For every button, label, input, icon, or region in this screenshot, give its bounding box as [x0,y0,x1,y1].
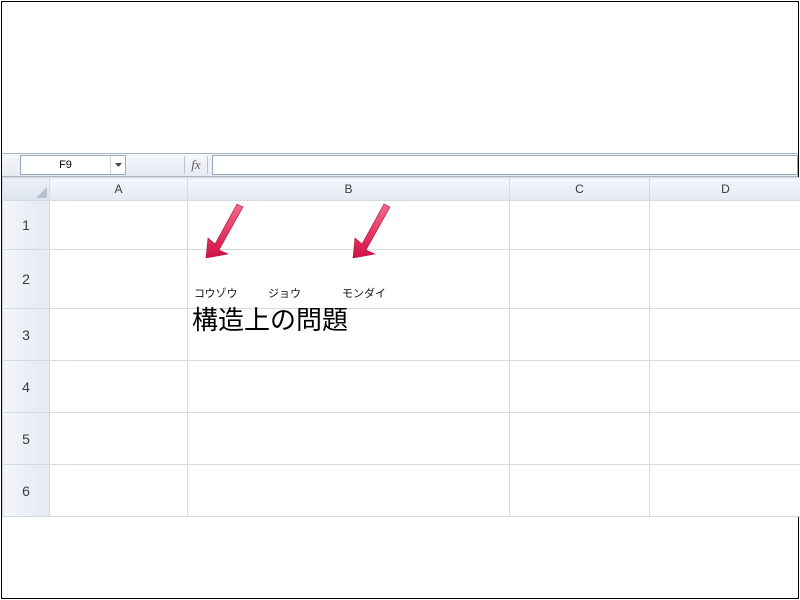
fx-icon[interactable]: fx [185,154,207,176]
cell-D2[interactable] [650,250,800,309]
col-header-B[interactable]: B [188,178,510,201]
cell-A1[interactable] [50,201,188,250]
row-header-3[interactable]: 3 [3,309,50,361]
cell-D4[interactable] [650,361,800,413]
cell-D6[interactable] [650,465,800,517]
cell-B5[interactable] [188,413,510,465]
cell-B1[interactable] [188,201,510,250]
cell-A3[interactable] [50,309,188,361]
row-header-6[interactable]: 6 [3,465,50,517]
cell-C6[interactable] [510,465,650,517]
cell-C3[interactable] [510,309,650,361]
select-all-corner[interactable] [3,178,50,201]
cell-D1[interactable] [650,201,800,250]
name-box-dropdown[interactable] [110,156,125,174]
row-header-4[interactable]: 4 [3,361,50,413]
ruby-jou: ジョウ [268,285,342,301]
worksheet-grid[interactable]: A B C D 1 2 [2,177,798,517]
cell-A6[interactable] [50,465,188,517]
cell-B2-text: 構造上の問題 [192,300,348,337]
cell-C1[interactable] [510,201,650,250]
col-header-A[interactable]: A [50,178,188,201]
row-header-2[interactable]: 2 [3,250,50,309]
cell-B4[interactable] [188,361,510,413]
blank-ribbon-area [2,2,798,153]
cell-D5[interactable] [650,413,800,465]
cell-A2[interactable] [50,250,188,309]
cell-D3[interactable] [650,309,800,361]
formula-bar: F9 fx [2,153,798,177]
cell-B6[interactable] [188,465,510,517]
cell-C2[interactable] [510,250,650,309]
cell-B2[interactable]: コウゾウジョウモンダイ 構造上の問題 [188,250,510,309]
row-header-1[interactable]: 1 [3,201,50,250]
name-box[interactable]: F9 [20,155,126,175]
cell-C4[interactable] [510,361,650,413]
formula-input[interactable] [212,155,798,175]
col-header-D[interactable]: D [650,178,800,201]
cell-A5[interactable] [50,413,188,465]
ruby-mondai: モンダイ [342,285,386,301]
cell-C5[interactable] [510,413,650,465]
ruby-line: コウゾウジョウモンダイ [194,285,386,301]
ruby-kouzou: コウゾウ [194,285,268,301]
col-header-C[interactable]: C [510,178,650,201]
name-box-value: F9 [21,159,110,171]
cell-A4[interactable] [50,361,188,413]
row-header-5[interactable]: 5 [3,413,50,465]
